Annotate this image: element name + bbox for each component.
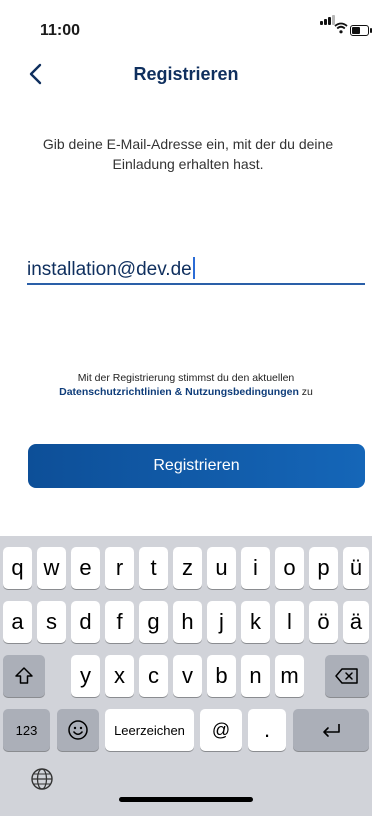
key-p[interactable]: p: [309, 547, 338, 589]
email-field[interactable]: installation@dev.de: [27, 257, 365, 283]
page-title: Registrieren: [133, 64, 239, 84]
key-r[interactable]: r: [105, 547, 134, 589]
key-n[interactable]: n: [241, 655, 270, 697]
key-c[interactable]: c: [139, 655, 168, 697]
key-h[interactable]: h: [173, 601, 202, 643]
globe-icon[interactable]: [30, 767, 54, 791]
key-d[interactable]: d: [71, 601, 100, 643]
key-v[interactable]: v: [173, 655, 202, 697]
register-button-label: Registrieren: [153, 457, 240, 474]
key-x[interactable]: x: [105, 655, 134, 697]
key-a[interactable]: a: [3, 601, 32, 643]
backspace-icon: [335, 668, 358, 684]
email-underline: [27, 283, 365, 285]
key-ue[interactable]: ü: [343, 547, 369, 589]
at-key[interactable]: @: [200, 709, 242, 751]
key-u[interactable]: u: [207, 547, 236, 589]
key-t[interactable]: t: [139, 547, 168, 589]
key-oe[interactable]: ö: [309, 601, 338, 643]
register-button[interactable]: Registrieren: [28, 444, 365, 488]
terms-link[interactable]: Datenschutzrichtlinien & Nutzungsbedingu…: [59, 386, 299, 398]
key-w[interactable]: w: [37, 547, 66, 589]
shift-key[interactable]: [3, 655, 45, 697]
status-time: 11:00: [40, 22, 81, 39]
shift-icon: [15, 667, 33, 684]
return-key[interactable]: [293, 709, 369, 751]
key-f[interactable]: f: [105, 601, 134, 643]
wifi-icon: [334, 22, 348, 34]
nav-bar: Registrieren: [0, 58, 372, 90]
key-o[interactable]: o: [275, 547, 304, 589]
terms-suffix: zu: [301, 386, 313, 398]
key-b[interactable]: b: [207, 655, 236, 697]
emoji-icon: [68, 720, 88, 740]
backspace-key[interactable]: [325, 655, 369, 697]
battery-icon: [350, 25, 372, 36]
emoji-key[interactable]: [57, 709, 99, 751]
key-q[interactable]: q: [3, 547, 32, 589]
key-g[interactable]: g: [139, 601, 168, 643]
keyboard: q w e r t z u i o p ü a s d f g h j k l …: [0, 536, 372, 816]
status-bar: 11:00: [0, 0, 372, 52]
terms-prefix: Mit der Registrierung stimmst du den akt…: [77, 372, 295, 384]
numbers-key[interactable]: 123: [3, 709, 50, 751]
return-icon: [323, 724, 340, 737]
text-cursor: [192, 257, 195, 279]
intro-text: Gib deine E-Mail-Adresse ein, mit der du…: [42, 136, 334, 172]
dot-key[interactable]: .: [248, 709, 286, 751]
home-indicator: [119, 797, 253, 802]
key-s[interactable]: s: [37, 601, 66, 643]
key-ae[interactable]: ä: [343, 601, 369, 643]
space-key[interactable]: Leerzeichen: [105, 709, 194, 751]
key-m[interactable]: m: [275, 655, 304, 697]
email-value: installation@dev.de: [27, 259, 192, 280]
key-j[interactable]: j: [207, 601, 236, 643]
key-i[interactable]: i: [241, 547, 270, 589]
key-y[interactable]: y: [71, 655, 100, 697]
key-k[interactable]: k: [241, 601, 270, 643]
key-e[interactable]: e: [71, 547, 100, 589]
key-z[interactable]: z: [173, 547, 202, 589]
key-l[interactable]: l: [275, 601, 304, 643]
terms-text: Mit der Registrierung stimmst du den akt…: [20, 371, 352, 399]
